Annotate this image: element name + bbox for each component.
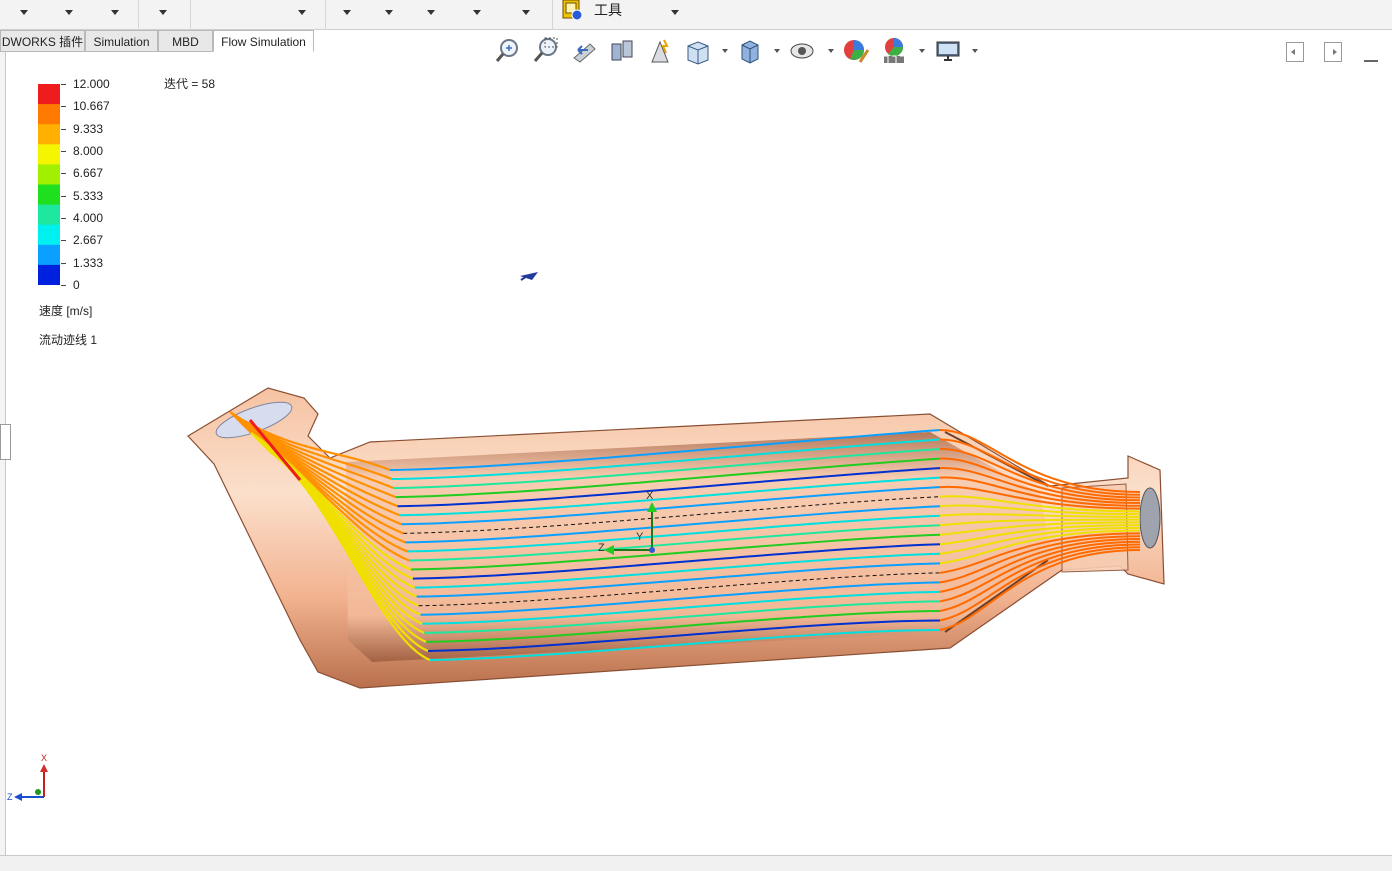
- collapse-left-pane-button[interactable]: [1286, 42, 1304, 62]
- tools-menu-label[interactable]: 工具: [594, 0, 622, 20]
- legend-tick-mark: [61, 84, 66, 85]
- display-style-caret-icon[interactable]: [774, 49, 780, 53]
- legend-unit-label: 速度 [m/s]: [39, 304, 93, 318]
- ref-axis-z-label: Z: [7, 792, 13, 802]
- legend-tick-mark: [61, 285, 66, 286]
- tab-simulation[interactable]: Simulation: [85, 30, 158, 52]
- tab-dworks-addins[interactable]: DWORKS 插件: [0, 30, 85, 52]
- color-scale-segment: [38, 184, 60, 206]
- toolbar-separator: [190, 0, 191, 30]
- expand-panel-handle[interactable]: [0, 424, 11, 460]
- minimize-icon[interactable]: [1364, 60, 1378, 62]
- toolbar-separator: [325, 0, 326, 30]
- dropdown-caret-icon[interactable]: [298, 10, 306, 15]
- tab-mbd[interactable]: MBD: [158, 30, 213, 52]
- legend-tick-label: 10.667: [73, 99, 110, 114]
- collapse-right-pane-button[interactable]: [1324, 42, 1342, 62]
- edit-appearance-icon[interactable]: [842, 36, 870, 66]
- color-scale-segment: [38, 164, 60, 185]
- dropdown-caret-icon[interactable]: [473, 10, 481, 15]
- legend-tick-label: 6.667: [73, 166, 104, 181]
- dropdown-caret-icon[interactable]: [343, 10, 351, 15]
- view-orientation-caret-icon[interactable]: [722, 49, 728, 53]
- color-scale-segment: [38, 144, 60, 165]
- previous-view-icon[interactable]: [570, 36, 598, 66]
- tools-dropdown-caret-icon[interactable]: [671, 10, 679, 15]
- graphics-viewport[interactable]: X Y Z X Z: [0, 0, 1392, 870]
- legend-tick-label: 2.667: [73, 233, 104, 248]
- color-scale-bar: [38, 84, 60, 285]
- legend-tick-label: 8.000: [73, 144, 104, 158]
- iteration-counter: 迭代 = 58: [164, 77, 216, 91]
- tab-flow-simulation[interactable]: Flow Simulation: [213, 30, 314, 52]
- legend-tick-label: 0: [73, 278, 80, 292]
- legend-tick-mark: [61, 218, 66, 219]
- view-orientation-icon[interactable]: [684, 36, 712, 66]
- toolbar-separator: [138, 0, 139, 30]
- legend-tick-mark: [61, 106, 66, 108]
- hide-show-caret-icon[interactable]: [828, 49, 834, 53]
- color-scale-segment: [38, 204, 60, 226]
- dropdown-caret-icon[interactable]: [111, 10, 119, 15]
- zoom-to-fit-icon[interactable]: [494, 36, 522, 66]
- command-manager-bar: 工具: [0, 0, 1392, 30]
- legend-tick-mark: [61, 262, 66, 264]
- toolbar-separator: [552, 0, 553, 30]
- flow-trajectory-label: 流动迹线 1: [39, 333, 98, 347]
- view-pointer-icon: [520, 272, 538, 281]
- legend-tick-label: 9.333: [73, 121, 104, 136]
- color-scale-segment: [38, 264, 60, 285]
- dropdown-caret-icon[interactable]: [385, 10, 393, 15]
- color-scale-segment: [38, 104, 60, 125]
- zoom-to-area-icon[interactable]: [532, 36, 560, 66]
- legend-tick-mark: [61, 240, 66, 242]
- arrow-right-icon: [1333, 49, 1337, 55]
- legend-tick-mark: [61, 128, 66, 130]
- dropdown-caret-icon[interactable]: [65, 10, 73, 15]
- dropdown-caret-icon[interactable]: [20, 10, 28, 15]
- legend-tick-label: 12.000: [73, 77, 110, 91]
- dynamic-annotation-icon[interactable]: [646, 36, 674, 66]
- reference-triad: X Z: [7, 753, 48, 802]
- dropdown-caret-icon[interactable]: [427, 10, 435, 15]
- color-scale-segment: [38, 124, 60, 145]
- legend-tick-label: 1.333: [73, 255, 104, 270]
- status-bar: [0, 855, 1392, 871]
- legend-tick-label: 5.333: [73, 188, 104, 203]
- tools-app-icon[interactable]: [562, 0, 584, 20]
- section-view-icon[interactable]: [608, 36, 636, 66]
- legend-tick-mark: [61, 195, 66, 197]
- legend-tick-mark: [61, 173, 66, 175]
- arrow-left-icon: [1291, 49, 1295, 55]
- legend-tick-mark: [61, 151, 66, 152]
- color-scale-segment: [38, 224, 60, 246]
- dropdown-caret-icon[interactable]: [522, 10, 530, 15]
- color-scale-segment: [38, 244, 60, 266]
- muffler-body[interactable]: [187, 387, 1165, 689]
- hide-show-items-icon[interactable]: [788, 36, 816, 66]
- color-scale-segment: [38, 84, 60, 105]
- apply-scene-caret-icon[interactable]: [919, 49, 925, 53]
- display-style-icon[interactable]: [736, 36, 764, 66]
- view-settings-icon[interactable]: [934, 36, 962, 66]
- dropdown-caret-icon[interactable]: [159, 10, 167, 15]
- ref-axis-x-label: X: [41, 753, 47, 763]
- apply-scene-icon[interactable]: [880, 36, 908, 66]
- view-settings-caret-icon[interactable]: [972, 49, 978, 53]
- legend-tick-label: 4.000: [73, 211, 104, 225]
